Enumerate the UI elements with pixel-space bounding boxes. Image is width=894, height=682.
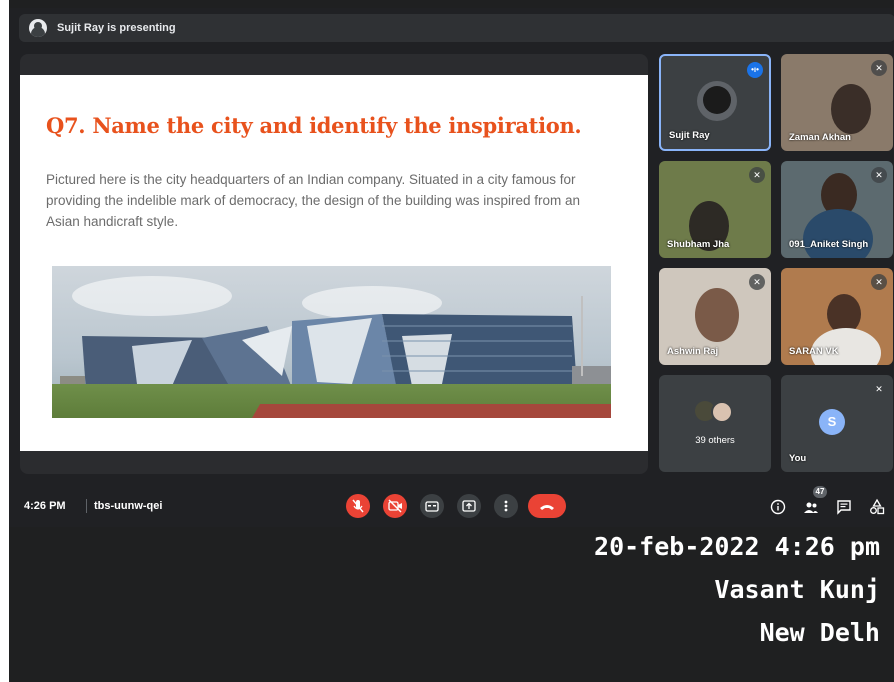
- mic-off-icon: ✕: [749, 274, 765, 290]
- mic-off-icon: ✕: [871, 381, 887, 397]
- meet-window: Sujit Ray is presenting Q7. Name the cit…: [9, 8, 894, 527]
- info-icon: [770, 499, 786, 515]
- activities-button[interactable]: [868, 498, 886, 516]
- captions-button[interactable]: [420, 494, 444, 518]
- more-options-button[interactable]: [494, 494, 518, 518]
- participant-grid: •ı• Sujit Ray ✕ Zaman Akhan ✕ Shubham Jh…: [659, 54, 893, 474]
- camera-off-button[interactable]: [383, 494, 407, 518]
- avatar-photo: [703, 86, 731, 114]
- captions-icon: [425, 501, 439, 512]
- hang-up-icon: [540, 505, 554, 510]
- participant-name: Ashwin Raj: [667, 346, 719, 357]
- participant-tile[interactable]: ✕ 091_Aniket Singh: [781, 161, 893, 258]
- avatar: [711, 401, 733, 423]
- mic-off-icon: [352, 499, 364, 513]
- mic-off-icon: ✕: [871, 274, 887, 290]
- participant-tile[interactable]: ✕ SARAN VK: [781, 268, 893, 365]
- presenter-banner: Sujit Ray is presenting: [19, 14, 894, 42]
- participant-name: 091_Aniket Singh: [789, 239, 869, 250]
- participant-name: Sujit Ray: [669, 130, 710, 141]
- speaking-indicator-icon: •ı•: [747, 62, 763, 78]
- self-avatar: S: [819, 409, 845, 435]
- participant-tile[interactable]: ✕ Ashwin Raj: [659, 268, 771, 365]
- slide: Q7. Name the city and identify the inspi…: [20, 75, 648, 451]
- meeting-clock: 4:26 PM: [24, 500, 66, 512]
- mic-off-button[interactable]: [346, 494, 370, 518]
- participant-name: You: [789, 453, 807, 464]
- bottom-toolbar: 4:26 PM tbs-uunw-qei 47: [9, 478, 894, 527]
- chat-button[interactable]: [835, 498, 853, 516]
- participant-name: Zaman Akhan: [789, 132, 851, 143]
- participant-tile[interactable]: •ı• Sujit Ray: [659, 54, 771, 151]
- slide-body: Pictured here is the city headquarters o…: [46, 172, 581, 229]
- camera-off-icon: [388, 499, 402, 513]
- participant-shirt: [803, 209, 873, 258]
- running-track: [252, 404, 611, 418]
- location-overlay-area: Vasant Kunj: [714, 575, 880, 604]
- meeting-details-button[interactable]: [769, 498, 787, 516]
- participant-name: Shubham Jha: [667, 239, 730, 250]
- participant-video: [695, 288, 739, 342]
- photo-frame-edge: [0, 0, 9, 682]
- slide-title: Q7. Name the city and identify the inspi…: [46, 113, 582, 138]
- people-count-badge: 47: [813, 486, 827, 498]
- mic-off-icon: ✕: [749, 167, 765, 183]
- participant-video: [831, 84, 871, 134]
- building-photo: [52, 266, 611, 418]
- timestamp-overlay: 20-feb-2022 4:26 pm: [594, 532, 880, 561]
- participant-tile[interactable]: ✕ Shubham Jha: [659, 161, 771, 258]
- chat-icon: [837, 500, 851, 515]
- presenter-avatar-icon: [29, 19, 47, 37]
- present-now-button[interactable]: [457, 494, 481, 518]
- mic-off-icon: ✕: [871, 167, 887, 183]
- people-button[interactable]: [802, 498, 820, 516]
- presenter-banner-text: Sujit Ray is presenting: [57, 22, 176, 34]
- others-tile[interactable]: 39 others: [659, 375, 771, 472]
- present-icon: [462, 500, 476, 512]
- activities-icon: [870, 498, 885, 515]
- divider: [86, 499, 87, 513]
- mic-off-icon: ✕: [871, 60, 887, 76]
- leave-call-button[interactable]: [528, 494, 566, 518]
- participant-name: SARAN VK: [789, 346, 839, 357]
- participant-tile[interactable]: ✕ Zaman Akhan: [781, 54, 893, 151]
- meeting-code[interactable]: tbs-uunw-qei: [94, 500, 162, 512]
- presentation-area[interactable]: Q7. Name the city and identify the inspi…: [20, 54, 648, 474]
- others-count: 39 others: [695, 435, 735, 446]
- people-icon: [804, 502, 818, 513]
- location-overlay-city: New Delh: [759, 618, 880, 647]
- more-vert-icon: [504, 500, 508, 512]
- self-tile[interactable]: S ✕ You: [781, 375, 893, 472]
